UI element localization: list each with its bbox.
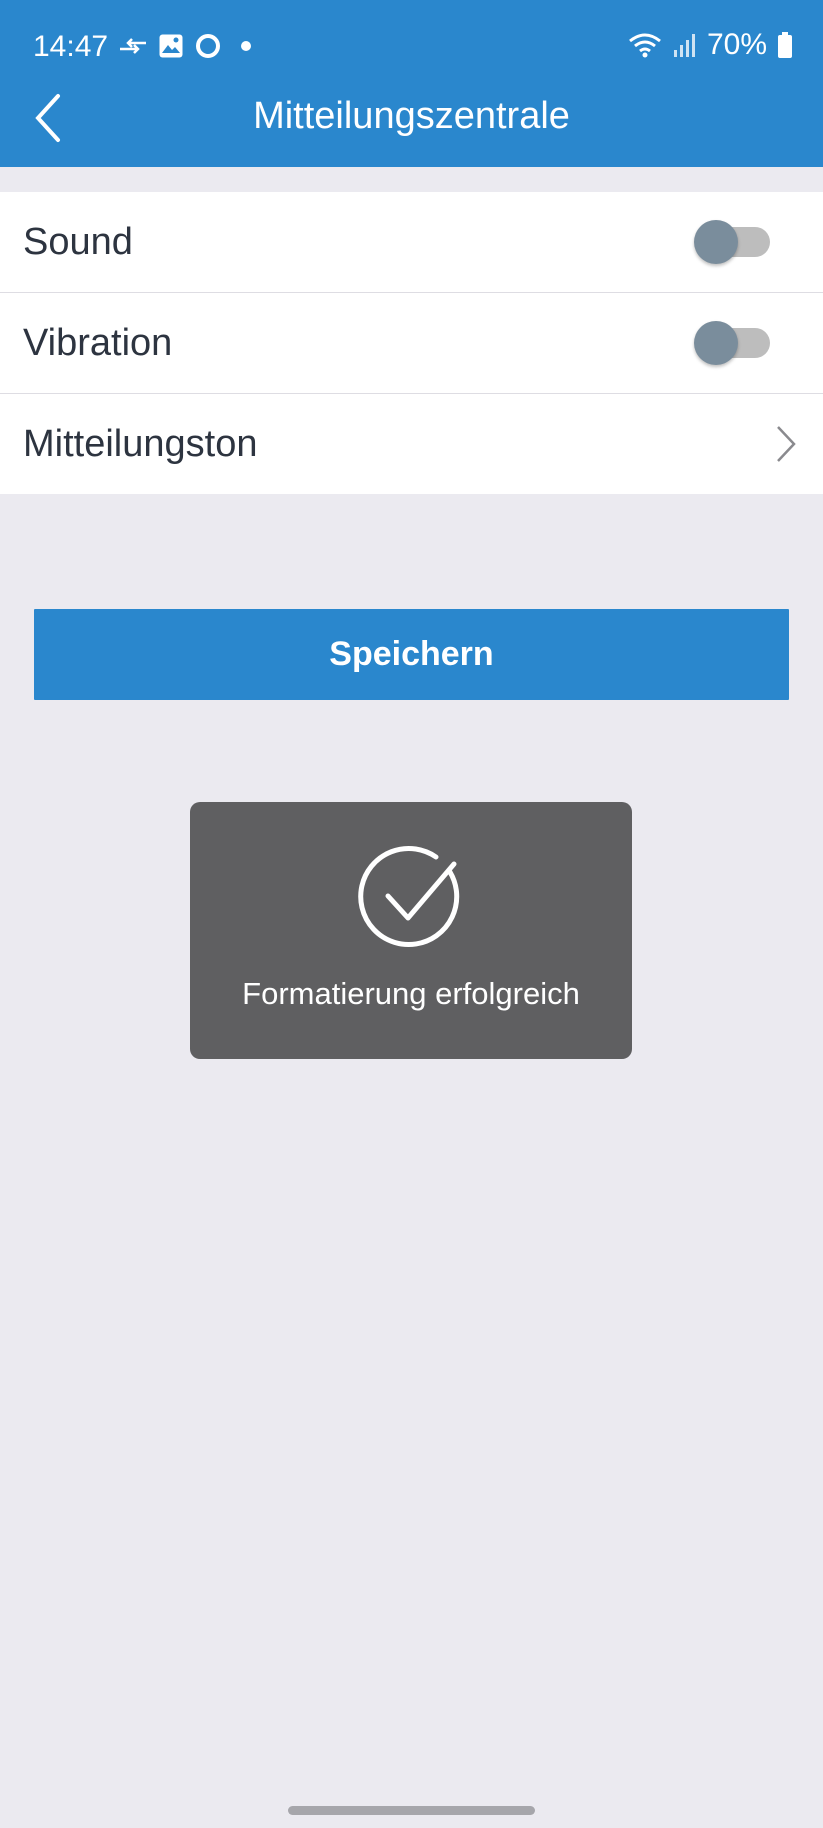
page-title: Mitteilungszentrale <box>253 95 570 137</box>
status-bar: 14:47 70% <box>0 24 823 70</box>
wifi-icon <box>629 33 661 58</box>
status-time: 14:47 <box>33 30 109 63</box>
sound-row: Sound <box>0 192 823 293</box>
toast-message: Formatierung erfolgreich <box>242 976 580 1011</box>
circle-app-icon <box>196 34 220 58</box>
sound-toggle[interactable] <box>694 220 770 264</box>
sync-icon <box>120 38 146 54</box>
battery-percentage: 70% <box>706 28 767 61</box>
image-icon <box>159 34 183 58</box>
vibration-toggle[interactable] <box>694 321 770 365</box>
status-left-icons <box>118 32 256 60</box>
status-right-icons: 70% <box>627 28 793 62</box>
notification-dot-icon <box>241 41 251 51</box>
battery-icon <box>778 32 792 58</box>
success-toast: Formatierung erfolgreich <box>190 802 632 1059</box>
chevron-right-icon <box>777 426 796 462</box>
vibration-row: Vibration <box>0 293 823 394</box>
home-indicator[interactable] <box>288 1806 535 1815</box>
sound-label: Sound <box>23 220 133 263</box>
notification-tone-label: Mitteilungston <box>23 422 258 465</box>
vibration-label: Vibration <box>23 321 173 364</box>
notification-tone-row[interactable]: Mitteilungston <box>0 394 823 494</box>
checkmark-circle-icon <box>358 845 460 947</box>
save-button[interactable]: Speichern <box>34 609 789 700</box>
toggle-thumb <box>694 321 738 365</box>
app-bar: 14:47 70% Mitteilungszentrale <box>0 0 823 167</box>
settings-list: Sound Vibration Mitteilungston <box>0 192 823 494</box>
toggle-thumb <box>694 220 738 264</box>
signal-icon <box>673 34 695 57</box>
